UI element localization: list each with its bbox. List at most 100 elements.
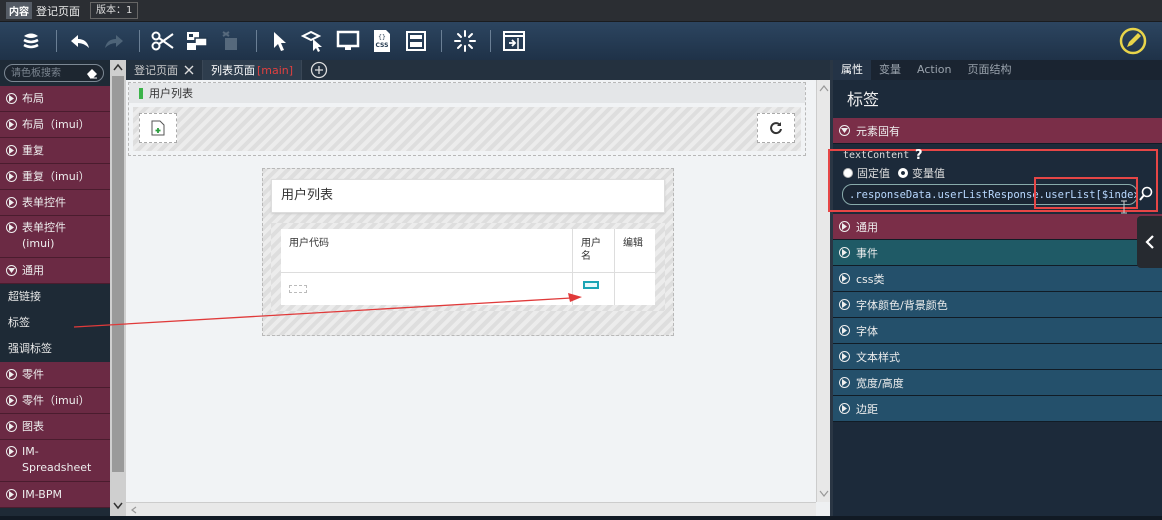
palette-category[interactable]: 表单控件 xyxy=(0,190,110,216)
layers-icon[interactable] xyxy=(18,28,44,54)
canvas-horizontal-scrollbar[interactable] xyxy=(126,502,816,516)
search-icon[interactable] xyxy=(1138,184,1156,204)
palette-category[interactable]: 零件（imui） xyxy=(0,388,110,414)
close-icon[interactable] xyxy=(184,65,194,75)
tab-main-marker: [main] xyxy=(257,63,294,77)
property-section[interactable]: 元素固有 xyxy=(833,118,1162,144)
value-type-radios: 固定值 变量值 xyxy=(843,165,945,181)
dropped-label-element[interactable] xyxy=(583,281,599,289)
palette-category[interactable]: 重复（imui） xyxy=(0,164,110,190)
undo-icon[interactable] xyxy=(67,28,93,54)
property-section[interactable]: css类 xyxy=(833,266,1162,292)
table-cell-edit[interactable] xyxy=(615,273,655,305)
palette-label: 重复 xyxy=(22,143,44,157)
palette-scrollbar[interactable] xyxy=(110,60,126,516)
tab-variables[interactable]: 变量 xyxy=(871,60,909,80)
palette-category[interactable]: 布局 xyxy=(0,86,110,112)
help-icon[interactable]: ? xyxy=(915,148,923,163)
palette-category[interactable]: 布局（imui） xyxy=(0,112,110,138)
palette-category[interactable]: 通用 xyxy=(0,258,110,284)
chevron-right-icon xyxy=(6,93,17,104)
section-label: 事件 xyxy=(856,246,878,260)
empty-label-placeholder[interactable] xyxy=(289,285,307,293)
palette-category[interactable]: IM- Spreadsheet xyxy=(0,440,110,482)
panel-marker xyxy=(139,87,143,99)
user-table[interactable]: 用户代码 用户名 编辑 xyxy=(281,229,655,305)
scroll-up-icon[interactable] xyxy=(113,63,123,71)
loading-icon[interactable] xyxy=(452,28,478,54)
chevron-right-icon xyxy=(6,395,17,406)
palette-label: 布局 xyxy=(22,91,44,105)
scroll-left-icon[interactable] xyxy=(130,506,138,514)
section-label: 宽度/高度 xyxy=(856,376,904,390)
hover-icon[interactable] xyxy=(301,28,327,54)
user-list-panel[interactable]: 用户列表 用户代码 用户名 编辑 xyxy=(262,168,674,336)
palette-label: 零件 xyxy=(22,367,44,381)
palette-item[interactable]: 强调标签 xyxy=(0,336,110,362)
tab-label: 列表页面 xyxy=(211,64,255,77)
redo-icon[interactable] xyxy=(101,28,127,54)
section-label: 通用 xyxy=(856,220,878,234)
chevron-right-icon xyxy=(839,377,850,388)
palette-category[interactable]: IM-BPM xyxy=(0,482,110,508)
property-section[interactable]: 宽度/高度 xyxy=(833,370,1162,396)
expand-icon[interactable] xyxy=(501,28,527,54)
table-header-user-code: 用户代码 xyxy=(281,229,573,273)
page-title: 登记页面 xyxy=(36,4,80,18)
chevron-right-icon xyxy=(839,325,850,336)
chevron-right-icon xyxy=(6,197,17,208)
property-section[interactable]: 通用 xyxy=(833,214,1162,240)
preview-icon[interactable] xyxy=(335,28,361,54)
property-section[interactable]: 边距 xyxy=(833,396,1162,422)
section-label: 文本样式 xyxy=(856,350,900,364)
tab-properties[interactable]: 属性 xyxy=(833,60,871,80)
property-section[interactable]: 文本样式 xyxy=(833,344,1162,370)
palette-item[interactable]: 超链接 xyxy=(0,284,110,310)
register-button[interactable] xyxy=(139,113,177,143)
version-label: 版本：1 xyxy=(90,2,139,19)
pointer-icon[interactable] xyxy=(267,28,293,54)
scrollbar-thumb[interactable] xyxy=(112,76,124,472)
property-section[interactable]: 事件 xyxy=(833,240,1162,266)
toolbar-divider xyxy=(139,30,140,52)
edit-icon[interactable] xyxy=(1118,26,1148,56)
css-icon[interactable]: CSS{} xyxy=(369,28,395,54)
add-tab-button[interactable] xyxy=(302,60,336,80)
palette-category[interactable]: 表单控件 (imui) xyxy=(0,216,110,258)
scroll-down-icon[interactable] xyxy=(113,502,123,510)
chevron-right-icon xyxy=(6,171,17,182)
collapse-panel-button[interactable] xyxy=(1137,216,1162,268)
radio-variable-label: 变量值 xyxy=(912,167,945,180)
tab-page-structure[interactable]: 页面结构 xyxy=(959,60,1019,80)
design-canvas[interactable]: 用户列表 用户列表 用户代码 用户名 编辑 xyxy=(126,80,816,502)
refresh-button[interactable] xyxy=(757,113,795,143)
eraser-icon[interactable] xyxy=(85,67,99,82)
palette-category[interactable]: 图表 xyxy=(0,414,110,440)
table-cell-user-code[interactable] xyxy=(281,273,573,305)
palette-category[interactable]: 重复 xyxy=(0,138,110,164)
canvas-vertical-scrollbar[interactable] xyxy=(816,80,830,502)
app-window: 内容 登记页面 版本：1 CSS {} 请色板搜索 布局 布局（imui） 重复… xyxy=(0,0,1162,520)
palette-category[interactable]: 零件 xyxy=(0,362,110,388)
property-section[interactable]: 字体颜色/背景颜色 xyxy=(833,292,1162,318)
palette-search-input[interactable] xyxy=(11,66,83,80)
list-container-panel[interactable]: 用户列表 xyxy=(128,82,806,156)
cut-icon[interactable] xyxy=(150,28,176,54)
table-cell-user-name[interactable] xyxy=(573,273,615,305)
scroll-up-icon[interactable] xyxy=(819,84,829,92)
radio-fixed[interactable] xyxy=(843,168,853,178)
tab-action[interactable]: Action xyxy=(909,60,959,80)
component-detail-icon[interactable] xyxy=(403,28,429,54)
palette-item[interactable]: 标签 xyxy=(0,310,110,336)
component-icon[interactable] xyxy=(184,28,210,54)
table-header-edit: 编辑 xyxy=(615,229,655,273)
property-section[interactable]: 字体 xyxy=(833,318,1162,344)
tab-register-page[interactable]: 登记页面 xyxy=(126,60,203,80)
delete-component-icon[interactable] xyxy=(218,28,244,54)
radio-variable[interactable] xyxy=(898,168,908,178)
toolbar-divider xyxy=(441,30,442,52)
properties-tabs: 属性 变量 Action 页面结构 xyxy=(833,60,1162,80)
scroll-down-icon[interactable] xyxy=(819,490,829,498)
element-type-title: 标签 xyxy=(833,80,1162,118)
tab-list-page[interactable]: 列表页面 [main] xyxy=(203,60,303,80)
